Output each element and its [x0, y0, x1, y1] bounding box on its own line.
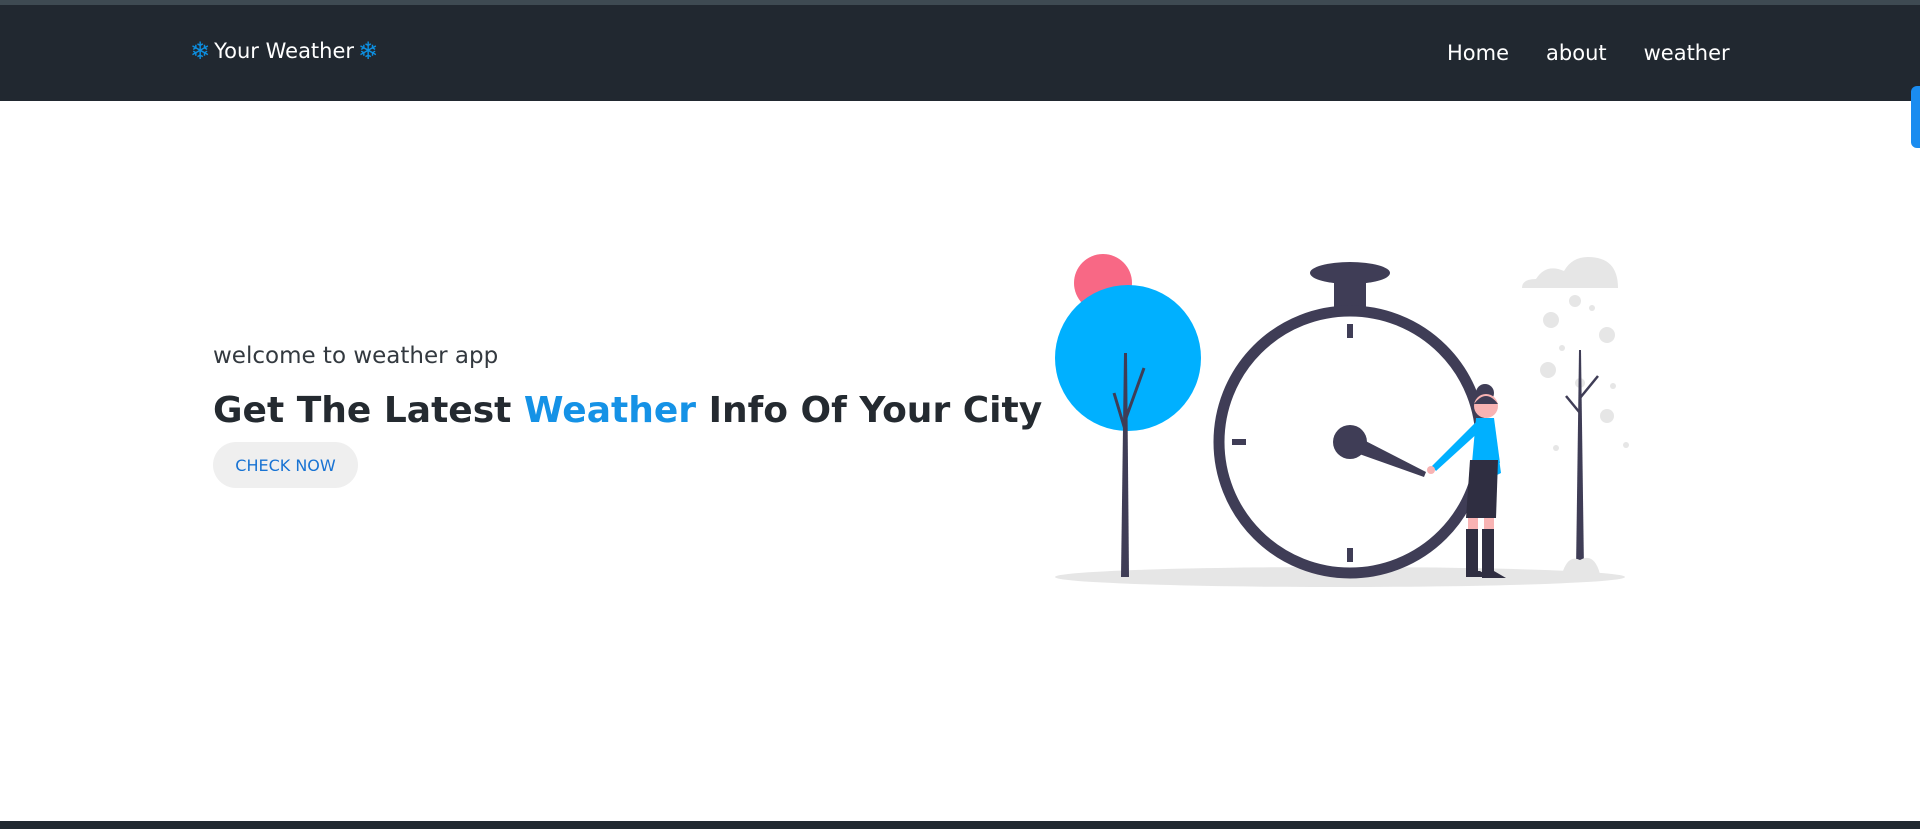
check-now-button[interactable]: CHECK NOW	[213, 442, 358, 488]
hero-title-start: Get The Latest	[213, 390, 524, 431]
right-bare-tree	[1562, 350, 1600, 574]
snowflake-icon: ❄	[358, 37, 379, 65]
hero-title-accent: Weather	[523, 390, 697, 431]
stopwatch	[1213, 262, 1487, 579]
brand-link[interactable]: ❄ Your Weather ❄	[190, 39, 378, 63]
footer-bar	[0, 821, 1920, 829]
navbar: ❄ Your Weather ❄ Home about weather	[0, 5, 1920, 101]
hero-subtitle: welcome to weather app	[213, 343, 499, 369]
nav-link-about[interactable]: about	[1546, 41, 1607, 65]
hero-title-end: Info Of Your City	[696, 390, 1043, 431]
brand-title: Your Weather	[214, 39, 355, 63]
left-tree	[1055, 285, 1201, 577]
snowflake-icon: ❄	[190, 37, 211, 65]
hero-title: Get The Latest Weather Info Of Your City	[213, 390, 1042, 431]
nav-link-weather[interactable]: weather	[1644, 41, 1730, 65]
nav-link-home[interactable]: Home	[1447, 41, 1509, 65]
side-scroll-tab[interactable]	[1911, 86, 1920, 148]
clock-illustration	[1055, 254, 1629, 587]
snow-cloud	[1522, 257, 1629, 451]
nav-links: Home about weather	[1447, 41, 1730, 65]
